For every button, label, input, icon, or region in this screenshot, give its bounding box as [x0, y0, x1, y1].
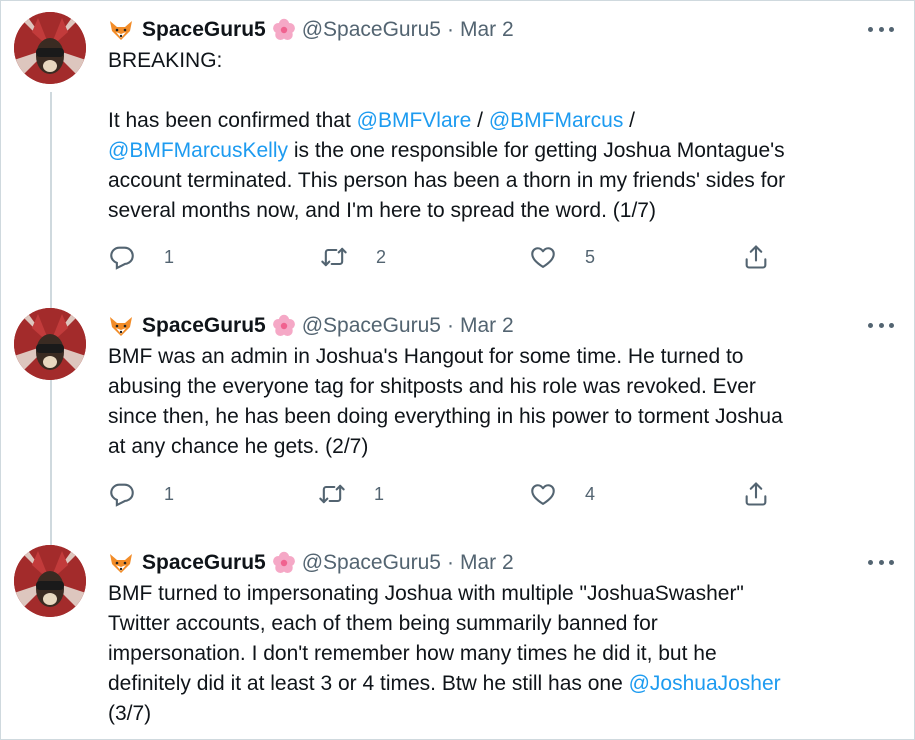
tweet-text: BMF was an admin in Joshua's Hangout for…: [108, 342, 898, 462]
tweet-text-segment: BMF was an admin in Joshua's Hangout for…: [108, 345, 783, 458]
avatar[interactable]: [14, 545, 86, 617]
reply-button[interactable]: 1: [108, 242, 174, 272]
tweet-date[interactable]: Mar 2: [460, 314, 514, 338]
avatar[interactable]: [14, 12, 86, 84]
like-count: 5: [585, 246, 596, 267]
display-name[interactable]: SpaceGuru5: [142, 18, 266, 42]
display-name[interactable]: SpaceGuru5: [142, 314, 266, 338]
retweet-icon: [318, 480, 360, 508]
retweet-button[interactable]: 1: [318, 479, 384, 509]
mention-link[interactable]: @BMFVlare: [357, 109, 472, 132]
user-handle[interactable]: @SpaceGuru5: [302, 18, 441, 42]
retweet-count: 1: [374, 483, 385, 504]
tweet-3[interactable]: SpaceGuru5 @SpaceGuru5 · Mar 2 BMF turne…: [0, 535, 915, 740]
mention-link[interactable]: @BMFMarcusKelly: [108, 139, 288, 162]
share-button[interactable]: [742, 242, 798, 272]
avatar[interactable]: [14, 308, 86, 380]
reply-icon: [108, 480, 150, 508]
user-handle[interactable]: @SpaceGuru5: [302, 314, 441, 338]
retweet-count: 2: [376, 246, 387, 267]
tweet-header: SpaceGuru5 @SpaceGuru5 · Mar 2: [108, 16, 514, 44]
user-handle[interactable]: @SpaceGuru5: [302, 551, 441, 575]
tweet-date[interactable]: Mar 2: [460, 18, 514, 42]
tweet-text-segment: /: [471, 109, 489, 132]
share-icon: [742, 243, 784, 271]
display-name[interactable]: SpaceGuru5: [142, 551, 266, 575]
tweet-header: SpaceGuru5 @SpaceGuru5 · Mar 2: [108, 549, 514, 577]
more-icon[interactable]: [868, 553, 894, 571]
reply-icon: [108, 243, 150, 271]
cherry-blossom-emoji-icon: [272, 551, 296, 575]
share-icon: [742, 480, 784, 508]
like-button[interactable]: 5: [529, 242, 595, 272]
separator: ·: [446, 314, 454, 337]
mention-link[interactable]: @BMFMarcus: [489, 109, 624, 132]
mention-link[interactable]: @JoshuaJosher: [629, 672, 781, 695]
like-button[interactable]: 4: [529, 479, 595, 509]
tweet-1[interactable]: SpaceGuru5 @SpaceGuru5 · Mar 2 BREAKING:…: [0, 2, 915, 297]
cherry-blossom-emoji-icon: [272, 314, 296, 338]
tweet-text: BREAKING: It has been confirmed that @BM…: [108, 46, 898, 226]
like-count: 4: [585, 483, 596, 504]
separator: ·: [446, 551, 454, 574]
tweet-text-segment: /: [629, 109, 636, 132]
cherry-blossom-emoji-icon: [272, 18, 296, 42]
tweet-actions: 1 1 4: [108, 479, 788, 509]
fox-emoji-icon: [108, 19, 134, 41]
tweet-actions: 1 2 5: [108, 242, 788, 272]
retweet-button[interactable]: 2: [320, 242, 386, 272]
tweet-header: SpaceGuru5 @SpaceGuru5 · Mar 2: [108, 312, 514, 340]
reply-count: 1: [164, 246, 175, 267]
fox-emoji-icon: [108, 552, 134, 574]
tweet-text-segment: BREAKING: It has been confirmed that: [108, 49, 351, 132]
share-button[interactable]: [742, 479, 798, 509]
fox-emoji-icon: [108, 315, 134, 337]
tweet-text: BMF turned to impersonating Joshua with …: [108, 579, 898, 729]
heart-icon: [529, 480, 571, 508]
tweet-date[interactable]: Mar 2: [460, 551, 514, 575]
separator: ·: [446, 18, 454, 41]
heart-icon: [529, 243, 571, 271]
more-icon[interactable]: [868, 20, 894, 38]
more-icon[interactable]: [868, 316, 894, 334]
reply-button[interactable]: 1: [108, 479, 174, 509]
retweet-icon: [320, 243, 362, 271]
tweet-text-segment: (3/7): [108, 702, 152, 725]
tweet-2[interactable]: SpaceGuru5 @SpaceGuru5 · Mar 2 BMF was a…: [0, 298, 915, 534]
reply-count: 1: [164, 483, 175, 504]
